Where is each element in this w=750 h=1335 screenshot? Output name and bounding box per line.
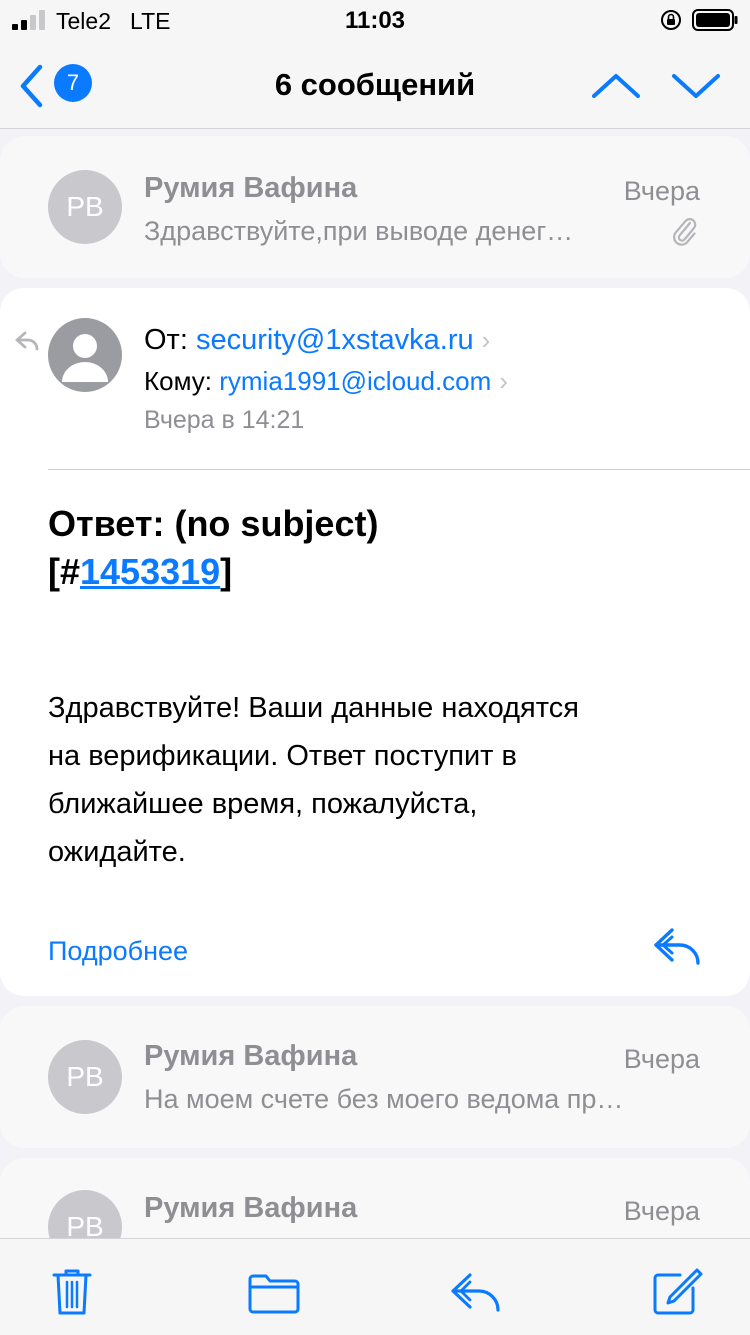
more-details-link[interactable]: Подробнее — [48, 936, 188, 967]
person-icon — [62, 334, 108, 382]
status-bar: Tele2 LTE 11:03 — [0, 0, 750, 42]
bottom-toolbar — [0, 1238, 750, 1335]
from-address[interactable]: security@1xstavka.ru — [196, 324, 474, 356]
avatar: РВ — [48, 170, 122, 244]
from-field[interactable]: От: security@1xstavka.ru › — [144, 324, 490, 357]
chevron-right-icon: › — [499, 366, 508, 396]
subject: Ответ: (no subject) [#1453319] — [48, 500, 708, 596]
from-label: От: — [144, 324, 188, 356]
replied-indicator-icon — [15, 331, 39, 351]
sender-name: Румия Вафина — [144, 1040, 358, 1072]
reply-icon[interactable] — [448, 1267, 504, 1317]
body-line: ближайшее время, пожалуйста, — [48, 788, 478, 820]
message-card-collapsed[interactable]: РВ Румия Вафина Вчера Здравствуйте,при в… — [0, 136, 750, 278]
subject-bracket-open: [# — [48, 551, 81, 592]
to-label: Кому: — [144, 366, 212, 396]
message-card-collapsed[interactable]: РВ Румия Вафина Вчера На моем счете без … — [0, 1006, 750, 1148]
chevron-down-icon[interactable] — [668, 64, 724, 108]
subject-bracket-close: ] — [220, 551, 233, 592]
message-body: Здравствуйте! Ваши данные находятся на в… — [48, 684, 698, 876]
orientation-lock-icon — [661, 10, 681, 30]
reply-icon[interactable] — [652, 924, 702, 968]
battery-icon — [692, 9, 738, 31]
chevron-right-icon: › — [481, 325, 491, 355]
divider — [48, 469, 750, 470]
message-preview: На моем счете без моего ведома пр… — [144, 1084, 624, 1114]
message-preview: Здравствуйте,при выводе денег… — [144, 216, 574, 246]
message-date: Вчера — [623, 1044, 700, 1074]
to-address[interactable]: rymia1991@icloud.com — [219, 366, 491, 396]
body-line: Здравствуйте! Ваши данные находятся — [48, 692, 579, 724]
message-date: Вчера — [623, 1196, 700, 1226]
sender-name: Румия Вафина — [144, 1192, 358, 1224]
folder-icon[interactable] — [246, 1267, 302, 1317]
clock: 11:03 — [344, 7, 406, 34]
compose-icon[interactable] — [650, 1267, 706, 1317]
body-line: на верификации. Ответ поступит в — [48, 740, 517, 772]
chevron-up-icon[interactable] — [588, 64, 644, 108]
message-card-expanded: От: security@1xstavka.ru › Кому: rymia199… — [0, 288, 750, 996]
to-field[interactable]: Кому: rymia1991@icloud.com › — [144, 366, 508, 397]
trash-icon[interactable] — [44, 1267, 100, 1317]
navigation-bar: 7 6 сообщений — [0, 42, 750, 129]
body-line: ожидайте. — [48, 836, 186, 868]
ticket-number-link[interactable]: 1453319 — [80, 551, 220, 592]
sender-name: Румия Вафина — [144, 172, 358, 204]
contact-placeholder-avatar — [48, 318, 122, 392]
avatar: РВ — [48, 1040, 122, 1114]
message-date: Вчера — [623, 176, 700, 206]
subject-text: Ответ: (no subject) — [48, 503, 379, 544]
sent-time: Вчера в 14:21 — [144, 406, 305, 434]
paperclip-icon — [673, 218, 697, 246]
